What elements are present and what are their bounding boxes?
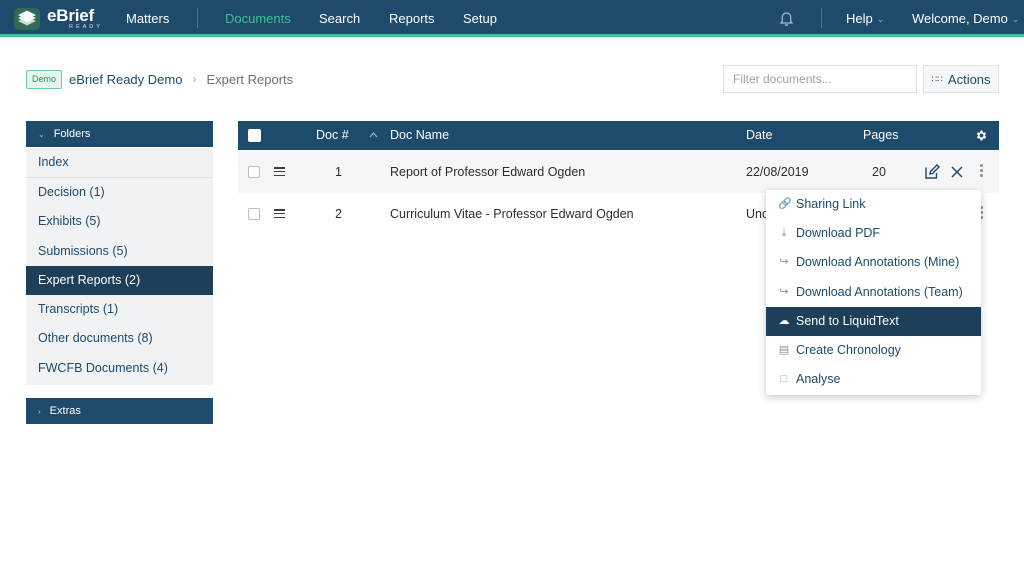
column-header-doc-no[interactable]: Doc # (316, 121, 349, 150)
row-checkbox[interactable] (248, 208, 260, 220)
demo-badge: Demo (26, 69, 63, 89)
drag-handle-icon[interactable] (274, 167, 285, 177)
table-icon: ▤ (778, 344, 790, 356)
menu-item-analyse[interactable]: □ Analyse (766, 365, 981, 394)
actions-button[interactable]: ∷∷ Actions (923, 65, 999, 93)
menu-item-download-annotations-team[interactable]: ↪ Download Annotations (Team) (766, 278, 981, 307)
row-checkbox[interactable] (248, 166, 260, 178)
doc-date: Unc (746, 207, 769, 221)
actions-label: Actions (947, 71, 991, 87)
chevron-down-icon: ⌄ (38, 130, 45, 139)
nav-reports[interactable]: Reports (389, 0, 435, 37)
chevron-right-icon: › (192, 72, 197, 86)
breadcrumb-current: Expert Reports (206, 71, 294, 87)
nav-divider (821, 8, 822, 28)
chevron-right-icon: › (38, 407, 41, 416)
folder-item-index[interactable]: Index (26, 148, 213, 178)
doc-name-link[interactable]: Curriculum Vitae - Professor Edward Ogde… (390, 193, 634, 235)
bell-icon[interactable] (779, 11, 794, 27)
breadcrumb: Demo eBrief Ready Demo › Expert Reports (26, 68, 293, 90)
menu-item-sharing-link[interactable]: 🔗 Sharing Link (766, 190, 981, 219)
extras-header[interactable]: › Extras (26, 398, 213, 424)
doc-number: 2 (335, 207, 342, 221)
table-row[interactable]: 1 Report of Professor Edward Ogden 22/08… (238, 151, 999, 193)
help-label: Help (846, 11, 873, 26)
nav-matters[interactable]: Matters (126, 0, 169, 37)
column-header-pages[interactable]: Pages (863, 121, 898, 150)
menu-item-create-chronology[interactable]: ▤ Create Chronology (766, 336, 981, 365)
folder-item-transcripts[interactable]: Transcripts (1) (26, 295, 213, 324)
export-icon: ↪ (779, 286, 789, 298)
folder-item-exhibits[interactable]: Exhibits (5) (26, 207, 213, 236)
nav-divider (197, 8, 198, 28)
doc-pages: 20 (872, 165, 886, 179)
top-navbar: eBrief READY Matters Documents Search Re… (0, 0, 1024, 37)
drag-handle-icon[interactable] (274, 209, 285, 219)
menu-item-download-pdf[interactable]: ⤓ Download PDF (766, 219, 981, 248)
chevron-down-icon: ⌄ (1011, 14, 1020, 24)
breadcrumb-matter-link[interactable]: eBrief Ready Demo (69, 72, 182, 87)
edit-icon[interactable] (924, 164, 940, 180)
menu-item-send-to-liquidtext[interactable]: ☁ Send to LiquidText (766, 307, 981, 336)
doc-name-link[interactable]: Report of Professor Edward Ogden (390, 151, 585, 193)
doc-date: 22/08/2019 (746, 165, 809, 179)
close-icon[interactable] (951, 166, 963, 178)
folder-list: Index Decision (1) Exhibits (5) Submissi… (26, 148, 213, 385)
filter-documents-input[interactable] (723, 65, 917, 93)
select-all-checkbox[interactable] (248, 129, 261, 142)
folders-header-label: Folders (53, 128, 91, 140)
column-header-date[interactable]: Date (746, 121, 772, 150)
link-icon: 🔗 (778, 198, 792, 210)
nav-search[interactable]: Search (319, 0, 360, 37)
help-menu[interactable]: Help ⌄ (846, 0, 884, 37)
folders-header[interactable]: ⌄ Folders (26, 121, 213, 147)
extras-header-label: Extras (49, 405, 81, 417)
cloud-upload-icon: ☁ (778, 315, 790, 327)
welcome-label: Welcome, Demo (912, 11, 1008, 26)
more-options-icon[interactable] (980, 164, 983, 179)
folder-item-fwcfb-documents[interactable]: FWCFB Documents (4) (26, 354, 213, 383)
logo-sub: READY (69, 24, 103, 31)
logo-word: eBrief (47, 6, 94, 26)
download-icon: ⤓ (781, 227, 787, 239)
nav-documents[interactable]: Documents (225, 0, 291, 37)
folder-item-expert-reports[interactable]: Expert Reports (2) (26, 265, 213, 296)
grid-icon: ∷∷ (931, 73, 943, 84)
folder-item-submissions[interactable]: Submissions (5) (26, 237, 213, 266)
chat-icon: □ (780, 373, 788, 385)
column-header-doc-name[interactable]: Doc Name (390, 121, 449, 150)
row-actions-dropdown: 🔗 Sharing Link ⤓ Download PDF ↪ Download An… (766, 190, 981, 395)
user-menu[interactable]: Welcome, Demo ⌄ (912, 0, 1019, 37)
menu-item-download-annotations-mine[interactable]: ↪ Download Annotations (Mine) (766, 248, 981, 277)
doc-number: 1 (335, 165, 342, 179)
ebrief-logo[interactable]: eBrief READY (12, 5, 103, 33)
folder-item-other-documents[interactable]: Other documents (8) (26, 324, 213, 353)
chevron-down-icon: ⌄ (876, 14, 885, 24)
documents-table-header: Doc # Doc Name Date Pages (238, 121, 999, 150)
sort-asc-icon[interactable] (369, 132, 378, 138)
gear-icon[interactable] (975, 129, 988, 142)
logo-stack-icon (14, 8, 40, 30)
nav-setup[interactable]: Setup (463, 0, 497, 37)
folder-item-decision[interactable]: Decision (1) (26, 178, 213, 207)
export-icon: ↪ (779, 256, 789, 268)
